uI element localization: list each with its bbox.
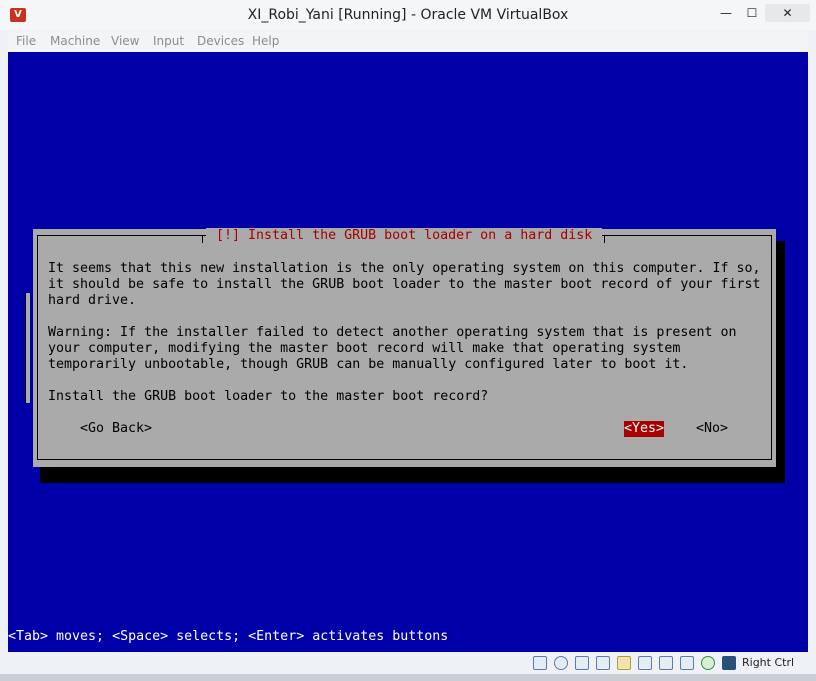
menu-machine[interactable]: Machine (50, 34, 100, 48)
dialog-question: Install the GRUB boot loader to the mast… (48, 389, 489, 404)
dialog-title: [!] Install the GRUB boot loader on a ha… (206, 228, 603, 244)
menu-devices[interactable]: Devices (197, 34, 244, 48)
menu-input[interactable]: Input (153, 34, 184, 48)
maximize-button[interactable]: ☐ (739, 4, 765, 22)
capture-icon[interactable] (659, 656, 673, 670)
window-bottom-strip (0, 674, 816, 681)
menu-bar: File Machine View Input Devices Help (8, 31, 808, 51)
menu-file[interactable]: File (16, 34, 36, 48)
optical-disk-icon[interactable] (554, 656, 568, 670)
hard-disk-icon[interactable] (533, 656, 547, 670)
host-key-label: Right Ctrl (742, 656, 795, 669)
background-dialog-edge (25, 293, 30, 403)
yes-button[interactable]: <Yes> (624, 421, 665, 437)
title-tee-right (604, 235, 605, 243)
console-help-line: <Tab> moves; <Space> selects; <Enter> ac… (8, 629, 449, 644)
usb-icon[interactable] (575, 656, 589, 670)
shared-folder-icon[interactable] (617, 656, 631, 670)
network-icon[interactable] (680, 656, 694, 670)
menu-view[interactable]: View (111, 34, 139, 48)
vm-display[interactable]: [!] Install the GRUB boot loader on a ha… (8, 52, 808, 652)
no-button[interactable]: <No> (696, 421, 728, 437)
mouse-integration-icon[interactable] (701, 656, 715, 670)
menu-help[interactable]: Help (252, 34, 279, 48)
minimize-button[interactable]: — (713, 4, 739, 22)
close-button[interactable]: ✕ (765, 4, 810, 22)
window-title: XI_Robi_Yani [Running] - Oracle VM Virtu… (247, 7, 569, 23)
go-back-button[interactable]: <Go Back> (80, 421, 152, 437)
dialog-body-text: It seems that this new installation is t… (48, 261, 761, 372)
pen-icon[interactable] (596, 656, 610, 670)
virtualbox-window: V XI_Robi_Yani [Running] - Oracle VM Vir… (0, 0, 816, 681)
dialog-shadow-bottom (40, 467, 785, 483)
display-icon[interactable] (638, 656, 652, 670)
keyboard-icon[interactable] (722, 656, 736, 670)
title-bar[interactable]: V XI_Robi_Yani [Running] - Oracle VM Vir… (0, 0, 816, 30)
title-tee-left (202, 235, 203, 243)
dialog-shadow-right (776, 241, 785, 483)
